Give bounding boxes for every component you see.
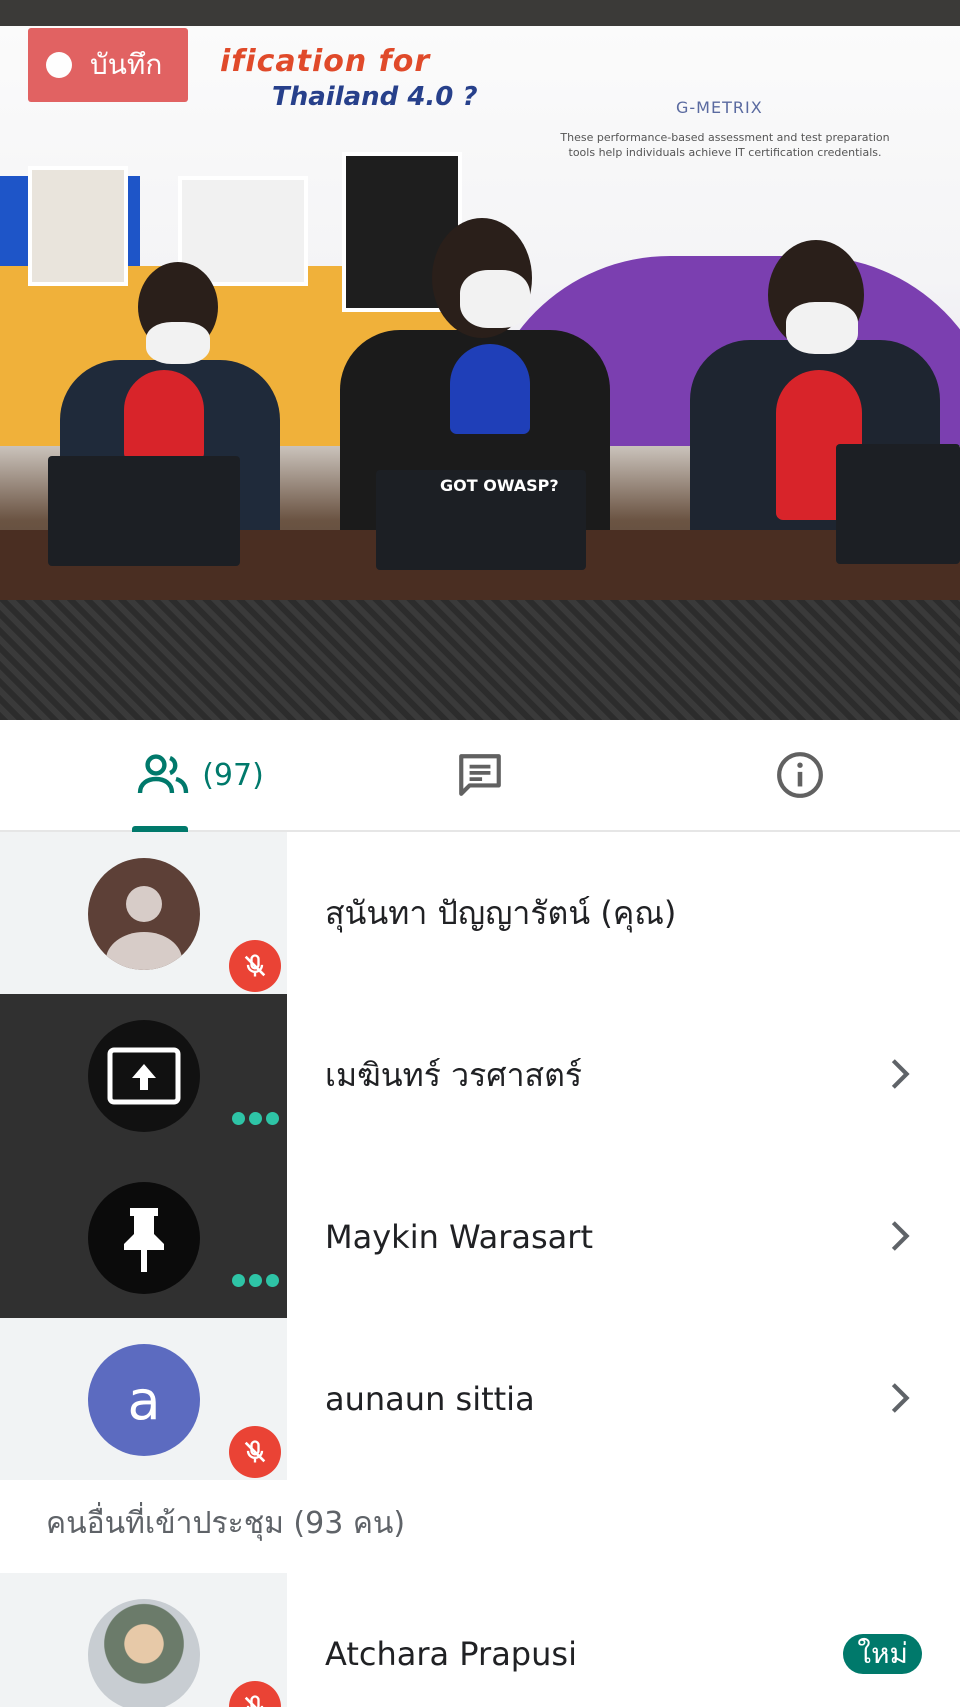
info-icon <box>777 752 823 798</box>
participant-name: เมฆินทร์ วรศาสตร์ <box>325 1055 583 1094</box>
laptop-left <box>48 456 240 566</box>
video-top-strip <box>0 0 960 26</box>
banner-brand: G-METRIX <box>676 98 763 117</box>
participant-name: Atchara Prapusi <box>325 1635 577 1673</box>
person-placeholder-icon <box>106 886 182 970</box>
person-left-shirt <box>124 370 204 460</box>
participant-row[interactable]: Maykin Warasart <box>0 1156 960 1318</box>
person-left-mask <box>146 322 210 364</box>
speaking-indicator-icon <box>232 1274 279 1287</box>
participant-row[interactable]: a aunaun sittia <box>0 1318 960 1480</box>
avatar <box>88 858 200 970</box>
banner-poster <box>28 166 128 286</box>
pin-icon <box>124 1208 164 1272</box>
participant-tile <box>0 832 287 994</box>
recording-badge: บันทึก <box>28 28 188 102</box>
recording-label: บันทึก <box>90 48 163 81</box>
banner-headline: ification for <box>220 44 431 79</box>
video-feed[interactable]: ification for Thailand 4.0 ? G-METRIX Th… <box>0 0 960 720</box>
chevron-right-icon[interactable] <box>880 1378 920 1418</box>
avatar-letter: a <box>127 1368 161 1432</box>
participant-row[interactable]: Atchara Prapusi <box>0 1573 960 1707</box>
avatar <box>88 1182 200 1294</box>
banner-headline-2: Thailand 4.0 ? <box>272 82 478 112</box>
new-badge: ใหม่ <box>843 1634 922 1674</box>
participant-tile <box>0 1573 287 1707</box>
person-center-mask <box>460 270 530 328</box>
laptop-right <box>836 444 960 564</box>
chat-icon <box>459 754 501 796</box>
mic-off-icon <box>229 1426 281 1478</box>
participant-name: สุนันทา ปัญญารัตน์ (คุณ) <box>325 893 677 932</box>
speaking-indicator-icon <box>232 1112 279 1125</box>
person-center-shirt <box>450 344 530 434</box>
participant-name: Maykin Warasart <box>325 1218 593 1256</box>
laptop-sticker: GOT OWASP? <box>440 476 559 495</box>
avatar: a <box>88 1344 200 1456</box>
participant-row[interactable]: สุนันทา ปัญญารัตน์ (คุณ) <box>0 832 960 994</box>
chevron-right-icon[interactable] <box>880 1054 920 1094</box>
mic-off-icon <box>229 940 281 992</box>
participant-tile <box>0 994 287 1156</box>
participant-tile <box>0 1156 287 1318</box>
participant-row[interactable]: เมฆินทร์ วรศาสตร์ <box>0 994 960 1156</box>
chevron-right-icon[interactable] <box>880 1216 920 1256</box>
banner-caption: These performance-based assessment and t… <box>560 131 890 159</box>
present-screen-icon <box>107 1047 181 1105</box>
avatar <box>88 1020 200 1132</box>
participant-tile: a <box>0 1318 287 1480</box>
tab-info[interactable] <box>720 720 880 830</box>
others-section-label: คนอื่นที่เข้าประชุม (93 คน) <box>46 1506 406 1541</box>
participant-name: aunaun sittia <box>325 1380 535 1418</box>
person-right-mask <box>786 302 858 354</box>
tab-people[interactable]: (97) <box>100 720 300 830</box>
record-dot-icon <box>46 52 72 78</box>
participant-count: (97) <box>202 757 264 793</box>
floor <box>0 600 960 720</box>
mic-off-icon <box>229 1681 281 1707</box>
people-icon <box>138 754 189 794</box>
tab-chat[interactable] <box>400 720 560 830</box>
avatar <box>88 1599 200 1707</box>
tab-bar: (97) <box>0 720 960 832</box>
